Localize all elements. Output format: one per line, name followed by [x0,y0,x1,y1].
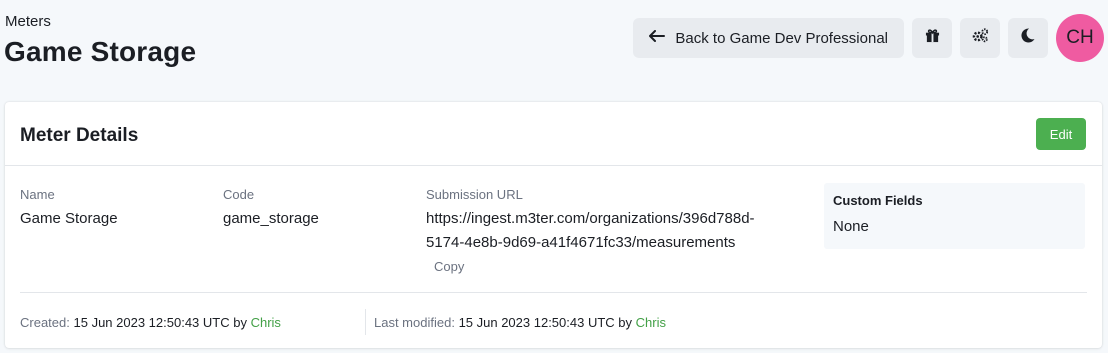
card-header: Meter Details Edit [5,102,1102,166]
modified-user-link[interactable]: Chris [636,315,666,330]
theme-toggle-button[interactable] [1008,18,1048,58]
modified-by: by [618,315,633,330]
back-button[interactable]: Back to Game Dev Professional [633,18,904,58]
submission-url-line-1: https://ingest.m3ter.com/organizations/3… [426,210,755,227]
custom-fields-value: None [833,218,869,235]
moon-icon [1021,28,1035,48]
modified-label: Last modified: [374,315,455,330]
custom-fields-panel: Custom Fields None [824,183,1085,249]
created-label: Created: [20,315,70,330]
code-label: Code [223,187,255,202]
created-value: 15 Jun 2023 12:50:43 UTC [73,315,230,330]
submission-url-label: Submission URL [426,187,523,202]
created-info: Created: 15 Jun 2023 12:50:43 UTC by Chr… [20,315,281,330]
footer-divider [20,292,1087,293]
edit-button[interactable]: Edit [1036,118,1086,150]
settings-button[interactable] [960,18,1000,58]
footer-separator [365,309,366,335]
toolbar: Back to Game Dev Professional CH [633,14,1104,62]
modified-info: Last modified: 15 Jun 2023 12:50:43 UTC … [374,315,666,330]
modified-value: 15 Jun 2023 12:50:43 UTC [458,315,615,330]
arrow-left-icon [649,30,666,46]
copy-url-button[interactable]: Copy [434,259,816,274]
breadcrumb[interactable]: Meters [5,13,51,30]
gears-icon [972,28,989,48]
custom-fields-title: Custom Fields [833,193,923,208]
name-field: Name Game Storage [20,187,118,231]
submission-url-field: Submission URL https://ingest.m3ter.com/… [426,187,816,274]
page-title: Game Storage [4,36,197,67]
created-user-link[interactable]: Chris [251,315,281,330]
code-field: Code game_storage [223,187,319,231]
submission-url-value: https://ingest.m3ter.com/organizations/3… [426,207,816,255]
name-label: Name [20,187,55,202]
gift-button[interactable] [912,18,952,58]
avatar[interactable]: CH [1056,14,1104,62]
back-button-label: Back to Game Dev Professional [675,29,888,47]
created-by: by [233,315,247,330]
name-value: Game Storage [20,210,118,227]
card-title: Meter Details [20,125,139,146]
code-value: game_storage [223,210,319,227]
submission-url-line-2: 5174-4e8b-9d69-a41f4671fc33/measurements [426,234,736,251]
meter-details-card: Meter Details Edit Name Game Storage Cod… [5,102,1102,348]
gift-icon [925,28,940,48]
